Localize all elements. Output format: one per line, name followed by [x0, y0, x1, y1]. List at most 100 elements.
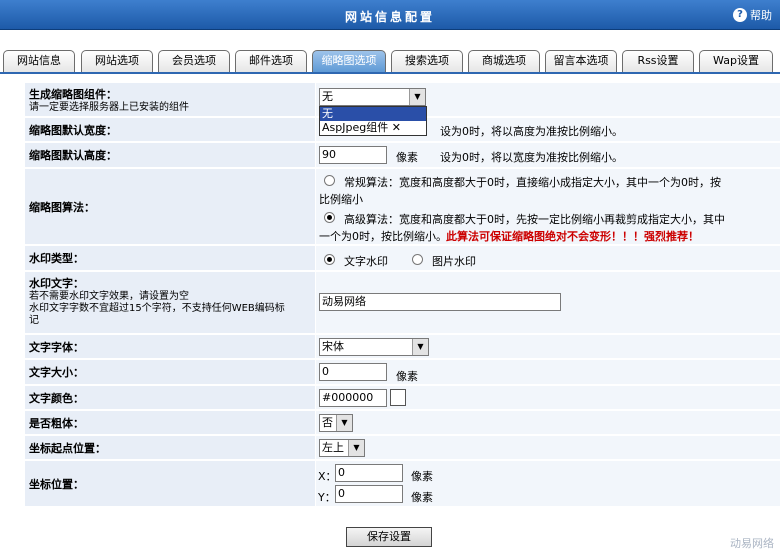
- page-title: 网站信息配置: [344, 10, 435, 24]
- row-label: 文字大小：: [25, 360, 315, 384]
- font-select-value: 宋体: [322, 340, 344, 353]
- y-input[interactable]: 0: [335, 485, 403, 503]
- row-value: 左上 ▼: [316, 436, 780, 459]
- tab-search-options[interactable]: 搜索选项: [391, 50, 463, 72]
- row-watermark-type: 水印类型： 文字水印 图片水印: [25, 246, 780, 271]
- bold-select[interactable]: 否 ▼: [319, 414, 353, 432]
- tab-member-options[interactable]: 会员选项: [158, 50, 230, 72]
- row-value: 0 像素: [316, 360, 780, 384]
- help-label: 帮助: [750, 9, 772, 22]
- tab-site-info[interactable]: 网站信息: [3, 50, 75, 72]
- unit-font-size: 像素: [396, 370, 418, 383]
- font-color-input[interactable]: #000000: [319, 389, 387, 407]
- chevron-down-icon: ▼: [412, 339, 428, 355]
- tab-rss-settings[interactable]: Rss设置: [622, 50, 694, 72]
- note-watermark-1: 若不需要水印文字效果，请设置为空: [29, 291, 189, 302]
- tab-bar: 网站信息 网站选项 会员选项 邮件选项 缩略图选项 搜索选项 商城选项 留言本选…: [3, 50, 780, 72]
- tab-mail-options[interactable]: 邮件选项: [235, 50, 307, 72]
- row-height: 缩略图默认高度： 90 像素 设为0时，将以宽度为准按比例缩小。: [25, 143, 780, 168]
- component-select[interactable]: 无 ▼: [319, 88, 426, 106]
- row-font-color: 文字颜色： #000000: [25, 386, 780, 410]
- origin-select[interactable]: 左上 ▼: [319, 439, 365, 457]
- origin-select-value: 左上: [322, 441, 344, 454]
- tab-thumbnail-options[interactable]: 缩略图选项: [312, 50, 386, 72]
- note-watermark-2: 水印文字字数不宜超过15个字符，不支持任何WEB编码标: [29, 303, 285, 314]
- label-origin: 坐标起点位置：: [29, 441, 106, 455]
- label-width: 缩略图默认宽度：: [29, 123, 117, 137]
- color-picker-button[interactable]: [390, 389, 406, 406]
- label-font: 文字字体：: [29, 340, 84, 354]
- row-position: 坐标位置： X： 0 像素 Y： 0 像素: [25, 461, 780, 507]
- row-value: 宋体 ▼: [316, 335, 780, 358]
- watermark-image-option: 图片水印: [432, 255, 476, 268]
- row-origin: 坐标起点位置： 左上 ▼: [25, 436, 780, 460]
- tab-site-options[interactable]: 网站选项: [81, 50, 153, 72]
- tab-guestbook-options[interactable]: 留言本选项: [545, 50, 617, 72]
- row-label: 水印文字： 若不需要水印文字效果，请设置为空 水印文字字数不宜超过15个字符，不…: [25, 272, 315, 333]
- label-font-size: 文字大小：: [29, 366, 84, 379]
- algo-normal-radio[interactable]: [324, 175, 335, 186]
- component-select-value: 无: [322, 90, 333, 103]
- algo-recommend-note: 此算法可保证缩略图绝对不会变形！！！强烈推荐！: [446, 230, 699, 243]
- tab-underline: [0, 72, 780, 74]
- row-label: 是否粗体：: [25, 411, 315, 434]
- row-bold: 是否粗体： 否 ▼: [25, 411, 780, 435]
- row-value: 否 ▼: [316, 411, 780, 434]
- hint-height: 设为0时，将以宽度为准按比例缩小。: [440, 151, 623, 164]
- chevron-down-icon: ▼: [336, 415, 352, 431]
- row-font: 文字字体： 宋体 ▼: [25, 335, 780, 359]
- row-value: #000000: [316, 386, 780, 409]
- help-link[interactable]: ? 帮助: [733, 7, 772, 23]
- save-button[interactable]: 保存设置: [346, 527, 432, 547]
- font-size-input[interactable]: 0: [319, 363, 387, 381]
- unit-x: 像素: [411, 470, 433, 483]
- label-watermark-type: 水印类型：: [29, 252, 84, 265]
- row-value: X： 0 像素 Y： 0 像素: [316, 461, 780, 506]
- brand-watermark: 动易网络: [730, 537, 774, 550]
- dropdown-option-none[interactable]: 无: [320, 107, 426, 121]
- tab-shop-options[interactable]: 商城选项: [468, 50, 540, 72]
- hint-width: 设为0时，将以高度为准按比例缩小。: [440, 125, 623, 138]
- tab-wap-settings[interactable]: Wap设置: [699, 50, 773, 72]
- label-component: 生成缩略图组件：: [29, 88, 117, 101]
- label-font-color: 文字颜色：: [29, 391, 84, 405]
- note-component: 请一定要选择服务器上已安装的组件: [29, 102, 189, 113]
- label-algorithm: 缩略图算法：: [29, 200, 95, 214]
- help-icon: ?: [733, 8, 747, 22]
- dropdown-option-aspjpeg[interactable]: AspJpeg组件 ✕: [320, 121, 426, 135]
- y-label: Y：: [318, 491, 336, 504]
- row-value: 文字水印 图片水印: [316, 246, 780, 270]
- row-label: 文字字体：: [25, 335, 315, 358]
- row-value: 动易网络: [316, 272, 780, 333]
- watermark-text-input[interactable]: 动易网络: [319, 293, 561, 311]
- chevron-down-icon: ▼: [348, 440, 364, 456]
- row-value: 常规算法：宽度和高度都大于0时，直接缩小成指定大小，其中一个为0时，按 比例缩小…: [316, 169, 780, 244]
- row-algorithm: 缩略图算法： 常规算法：宽度和高度都大于0时，直接缩小成指定大小，其中一个为0时…: [25, 169, 780, 245]
- algo-normal-line2: 比例缩小: [319, 193, 363, 206]
- watermark-text-radio[interactable]: [324, 254, 335, 265]
- algo-advanced-radio[interactable]: [324, 212, 335, 223]
- chevron-down-icon: ▼: [409, 89, 425, 105]
- title-bar: 网站信息配置 ? 帮助: [0, 0, 780, 30]
- font-select[interactable]: 宋体 ▼: [319, 338, 429, 356]
- row-label: 坐标起点位置：: [25, 436, 315, 459]
- algo-normal-line1: 常规算法：宽度和高度都大于0时，直接缩小成指定大小，其中一个为0时，按: [344, 176, 721, 189]
- x-label: X：: [318, 470, 337, 483]
- row-label: 文字颜色：: [25, 386, 315, 409]
- row-label: 水印类型：: [25, 246, 315, 270]
- height-input[interactable]: 90: [319, 146, 387, 164]
- label-watermark-text: 水印文字：: [29, 277, 84, 290]
- algo-advanced-line2a: 一个为0时，按比例缩小。: [319, 230, 447, 243]
- watermark-text-option: 文字水印: [344, 255, 388, 268]
- algo-advanced-line1: 高级算法：宽度和高度都大于0时，先按一定比例缩小再裁剪成指定大小，其中: [344, 213, 725, 226]
- note-watermark-3: 记: [29, 315, 39, 326]
- row-label: 缩略图算法：: [25, 169, 315, 244]
- x-input[interactable]: 0: [335, 464, 403, 482]
- row-label: 生成缩略图组件： 请一定要选择服务器上已安装的组件: [25, 83, 315, 116]
- component-dropdown-list: 无 AspJpeg组件 ✕: [319, 106, 427, 136]
- unit-height: 像素: [396, 151, 418, 164]
- watermark-image-radio[interactable]: [412, 254, 423, 265]
- label-bold: 是否粗体：: [29, 416, 84, 430]
- row-font-size: 文字大小： 0 像素: [25, 360, 780, 385]
- unit-y: 像素: [411, 491, 433, 504]
